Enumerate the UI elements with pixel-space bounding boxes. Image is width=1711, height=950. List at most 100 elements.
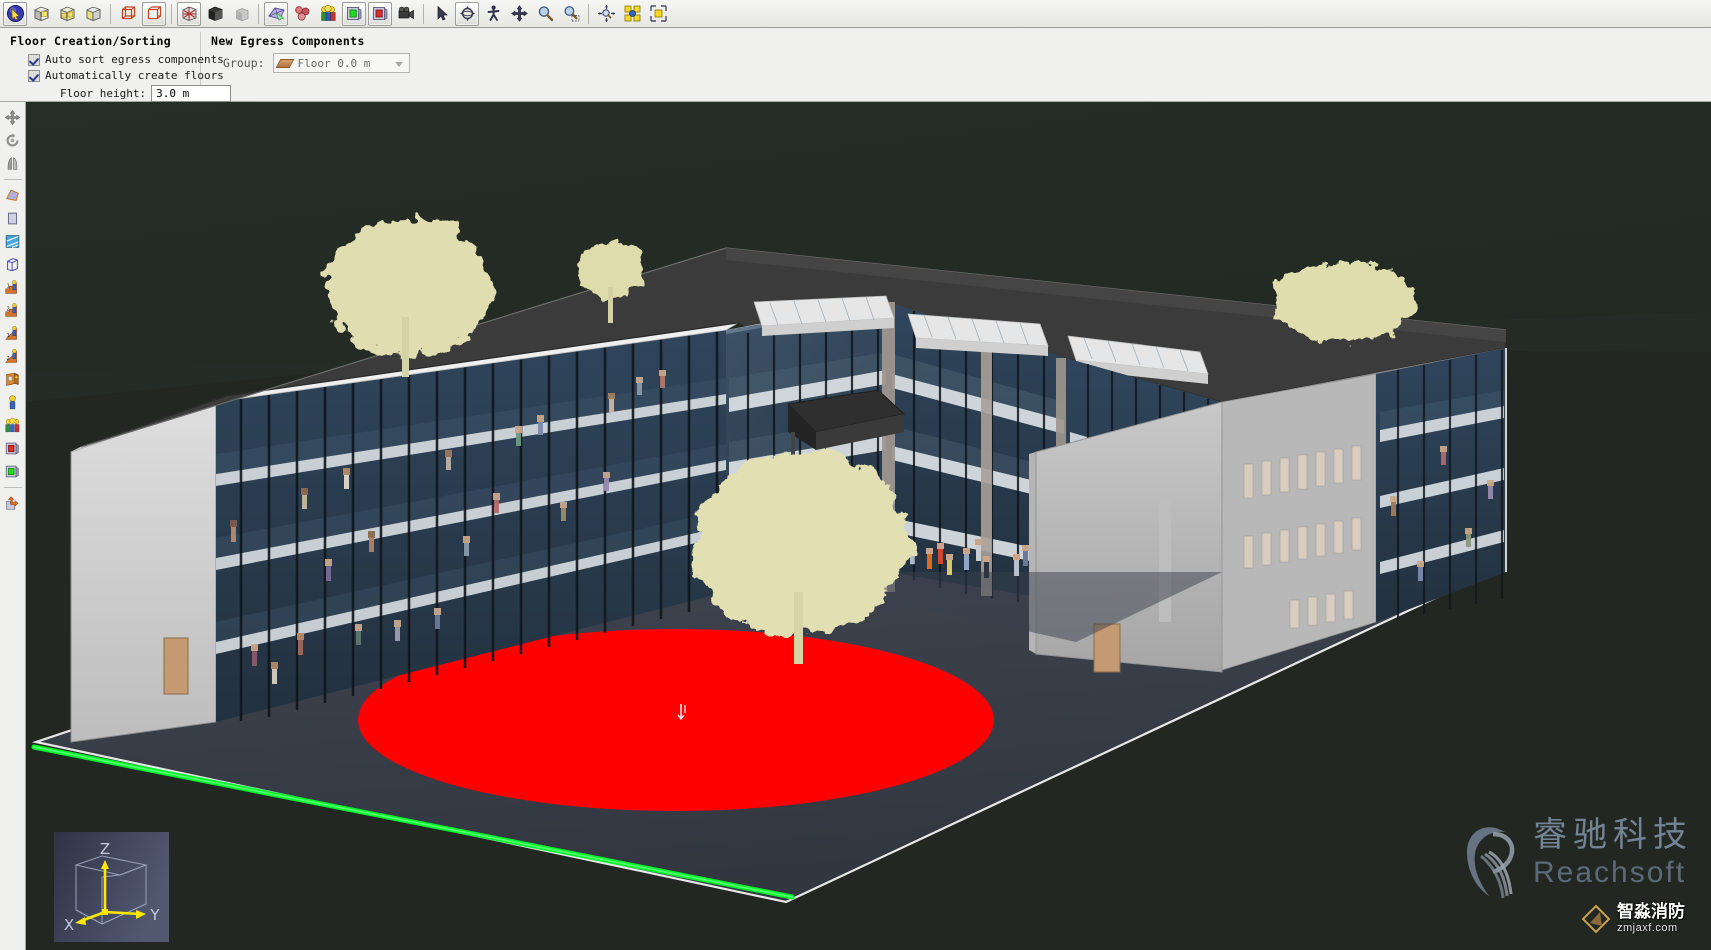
sidebar-item-draw-obstruction[interactable] [2, 230, 24, 252]
sidebar-item-add-door[interactable] [2, 437, 24, 459]
wireframe-icon [119, 4, 138, 23]
group-dropdown[interactable]: Floor 0.0 m [273, 53, 410, 73]
textured-cube-icon [180, 4, 199, 23]
chevron-down-icon[interactable] [395, 62, 403, 67]
floor-creation-title: Floor Creation/Sorting [10, 34, 190, 48]
sidebar-item-add-elevator[interactable] [2, 368, 24, 390]
auto-create-floors-checkbox[interactable]: Automatically create floors [28, 69, 224, 82]
toolbar-button-pan-tool[interactable] [507, 2, 531, 26]
toolbar-button-select-objects[interactable] [3, 2, 27, 26]
svg-text:2: 2 [7, 356, 10, 362]
axis-label-x: X [64, 916, 74, 934]
toolbar-button-zoom-to-point[interactable] [594, 2, 618, 26]
toolbar-button-wireframe-view[interactable] [116, 2, 140, 26]
toolbar-separator-5 [588, 4, 589, 24]
hidden-line-icon [145, 4, 164, 23]
solid-cube-icon [206, 4, 225, 23]
walk-person-icon [484, 4, 503, 23]
sidebar-item-add-exit[interactable] [2, 460, 24, 482]
toolbar-button-show-doors[interactable] [368, 2, 392, 26]
toolbar-button-zoom-tool[interactable] [533, 2, 557, 26]
single-occupant-icon [4, 394, 21, 411]
sidebar-item-add-stair-1[interactable]: 1 [2, 276, 24, 298]
axis-orientation-widget[interactable]: Z Y X [54, 832, 169, 942]
triangles-icon [293, 4, 312, 23]
svg-text:2: 2 [7, 306, 10, 312]
cube-back-icon [84, 4, 103, 23]
application-window: Floor Creation/Sorting Auto sort egress … [0, 0, 1711, 950]
occupant-group-icon [4, 417, 21, 434]
sidebar-item-mirror-tool[interactable] [2, 152, 24, 174]
auto-create-row: Automatically create floors [10, 69, 190, 82]
svg-text:1: 1 [7, 333, 10, 339]
auto-sort-checkbox-box[interactable] [28, 54, 40, 66]
group-label: Group: [223, 56, 265, 70]
sidebar-item-add-measurement[interactable] [2, 492, 24, 514]
ramp-2-icon: 2 [4, 348, 21, 365]
toolbar-separator-1 [110, 4, 111, 24]
axis-label-y: Y [149, 906, 160, 924]
fit-selection-icon [649, 4, 668, 23]
fit-all-icon [623, 4, 642, 23]
arrow-pointer-icon [432, 4, 451, 23]
toolbar-button-select-front-faces[interactable] [29, 2, 53, 26]
toolbar-button-zoom-to-fit[interactable] [620, 2, 644, 26]
tools-sidebar: 1 2 1 [0, 102, 26, 950]
3d-viewport[interactable]: Z Y X [26, 102, 1711, 950]
toolbar-button-show-exits[interactable] [342, 2, 366, 26]
toolbar-button-flat-view[interactable] [229, 2, 253, 26]
toolbar-button-select-back-faces[interactable] [81, 2, 105, 26]
sidebar-item-add-ramp-1[interactable]: 1 [2, 322, 24, 344]
auto-create-floors-checkbox-box[interactable] [28, 70, 40, 82]
floor-height-label: Floor height: [60, 87, 146, 100]
toolbar-button-zoom-to-selection[interactable] [646, 2, 670, 26]
toolbar-button-show-occupants[interactable] [316, 2, 340, 26]
svg-text:1: 1 [7, 283, 10, 289]
sidebar-item-draw-wall[interactable] [2, 253, 24, 275]
group-dropdown-value: Floor 0.0 m [298, 57, 371, 70]
toolbar-button-walk-tool[interactable] [481, 2, 505, 26]
door-red-icon [371, 4, 390, 23]
tree-back-right [1272, 262, 1416, 342]
cube-front-icon [32, 4, 51, 23]
camera-icon [397, 4, 416, 23]
rect-room-icon [4, 210, 21, 227]
workspace: 1 2 1 [0, 102, 1711, 950]
toolbar-button-hidden-line-view[interactable] [142, 2, 166, 26]
sidebar-item-move-tool[interactable] [2, 106, 24, 128]
pan-move-icon [510, 4, 529, 23]
toolbar-button-zoom-region-tool[interactable] [559, 2, 583, 26]
magnifier-region-icon [562, 4, 581, 23]
sidebar-item-add-occupant-source[interactable] [2, 414, 24, 436]
sidebar-item-rotate-tool[interactable] [2, 129, 24, 151]
toolbar-button-textured-view[interactable] [177, 2, 201, 26]
sidebar-item-draw-polygon-room[interactable] [2, 184, 24, 206]
stair-up-1-icon: 1 [4, 279, 21, 296]
toolbar-button-show-triangles[interactable] [290, 2, 314, 26]
sidebar-item-add-ramp-2[interactable]: 2 [2, 345, 24, 367]
toolbar-button-orbit-tool[interactable] [455, 2, 479, 26]
auto-sort-label: Auto sort egress components [45, 53, 224, 66]
wall-box-icon [4, 256, 21, 273]
3d-scene[interactable] [26, 102, 1711, 950]
rotate-icon [4, 132, 21, 149]
four-arrows-icon [4, 109, 21, 126]
elevator-icon [4, 371, 21, 388]
auto-sort-row: Auto sort egress components [10, 53, 190, 66]
toolbar-button-solid-view[interactable] [203, 2, 227, 26]
toolbar-separator-2 [171, 4, 172, 24]
orbit-icon [458, 4, 477, 23]
toolbar-button-show-cameras[interactable] [394, 2, 418, 26]
new-egress-title: New Egress Components [211, 34, 410, 48]
exit-green-icon [4, 463, 21, 480]
nav-mesh-icon [267, 4, 286, 23]
toolbar-button-select-tool[interactable] [429, 2, 453, 26]
mirror-icon [4, 155, 21, 172]
sidebar-item-draw-rect-room[interactable] [2, 207, 24, 229]
toolbar-button-select-all-faces[interactable] [55, 2, 79, 26]
zoom-point-icon [597, 4, 616, 23]
sidebar-item-add-stair-2[interactable]: 2 [2, 299, 24, 321]
toolbar-button-show-navigation-mesh[interactable] [264, 2, 288, 26]
auto-sort-checkbox[interactable]: Auto sort egress components [28, 53, 224, 66]
sidebar-item-add-occupant[interactable] [2, 391, 24, 413]
